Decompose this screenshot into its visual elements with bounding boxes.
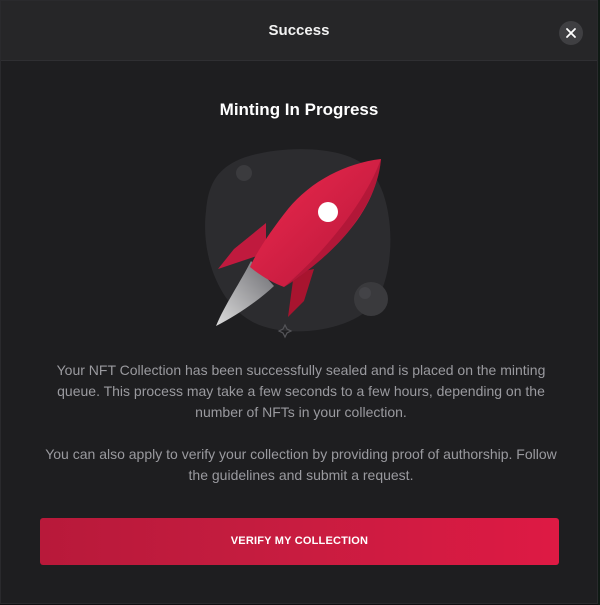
modal-title: Success bbox=[268, 22, 330, 39]
close-button[interactable] bbox=[559, 21, 583, 45]
planet-large bbox=[354, 282, 388, 316]
rocket-icon bbox=[205, 149, 391, 339]
verification-description: You can also apply to verify your collec… bbox=[45, 446, 557, 483]
minting-description: Your NFT Collection has been successfull… bbox=[56, 362, 546, 420]
verify-collection-button[interactable]: VERIFY MY COLLECTION bbox=[40, 518, 559, 565]
minting-status-heading: Minting In Progress bbox=[219, 100, 379, 119]
close-icon bbox=[566, 28, 576, 38]
rocket-window bbox=[318, 202, 338, 222]
success-modal: Success Minting In Progress Your NFT Col… bbox=[0, 0, 598, 604]
planet-small bbox=[236, 165, 252, 181]
modal-header: Success bbox=[1, 1, 597, 61]
